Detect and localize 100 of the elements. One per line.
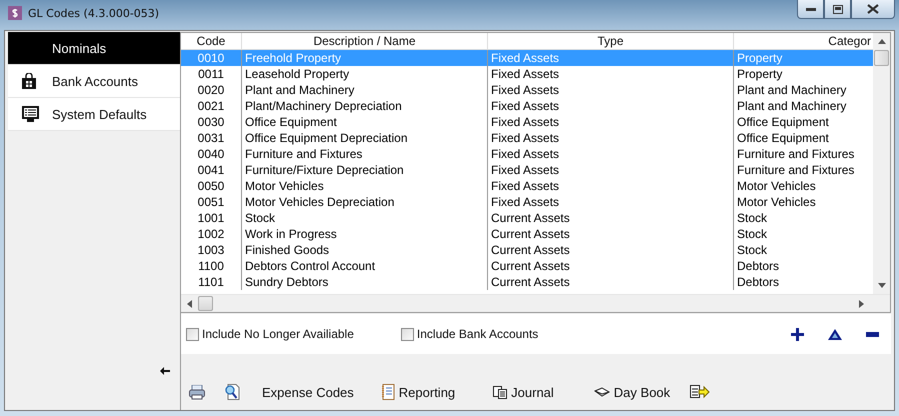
table-cell-text: Property (736, 66, 784, 82)
day-book-button[interactable]: Day Book (594, 384, 670, 400)
table-cell: Work in Progress (242, 226, 488, 242)
add-icon[interactable] (791, 327, 804, 341)
table-row[interactable]: 1003 Finished Goods Current Assets Stock (181, 242, 873, 258)
table-cell: 0020 (181, 82, 242, 98)
table-cell: Sundry Debtors (242, 274, 488, 290)
sidebar-item[interactable]: System Defaults (8, 98, 180, 131)
scroll-left-icon[interactable] (187, 300, 192, 308)
table-cell: 0030 (181, 114, 242, 130)
printer-icon[interactable] (189, 384, 205, 400)
scrollbar-thumb[interactable] (198, 296, 213, 311)
table-row[interactable]: 0020 Plant and Machinery Fixed Assets Plant and Machinery (181, 82, 873, 98)
table-cell: Current Assets (488, 258, 734, 274)
table-row[interactable]: 0041 Furniture/Fixture Depreciation Fixed Assets Furniture and Fixtures (181, 162, 873, 178)
copy-document-icon (493, 386, 508, 398)
table-cell-text: Plant and Machinery (736, 82, 848, 98)
table-cell: Leasehold Property (242, 66, 488, 82)
shopping-bag-icon (22, 73, 36, 89)
table-cell: Fixed Assets (488, 162, 734, 178)
maximize-button[interactable] (824, 0, 851, 19)
notebook-icon (382, 384, 395, 400)
table-cell-text: Stock (736, 242, 768, 258)
vertical-scrollbar[interactable] (873, 33, 890, 294)
table-row[interactable]: 1001 Stock Current Assets Stock (181, 210, 873, 226)
table-cell: 1003 (181, 242, 242, 258)
reporting-button[interactable]: Reporting (382, 384, 456, 400)
table-cell: Plant/Machinery Depreciation (242, 98, 488, 114)
table-cell: Office Equipment Depreciation (242, 130, 488, 146)
checkbox[interactable]: Include No Longer Availiable (186, 327, 354, 341)
table-cell: Current Assets (488, 226, 734, 242)
table-cell-text: Motor Vehicles (736, 178, 817, 194)
table-cell: Office Equipment (242, 114, 488, 130)
table-cell-text: Office Equipment (736, 114, 830, 130)
table-cell: Motor Vehicles (242, 178, 488, 194)
journal-button[interactable]: Journal (493, 384, 554, 400)
column-header[interactable]: Type (488, 33, 734, 49)
minimize-button[interactable] (797, 0, 824, 19)
table-row[interactable]: 0030 Office Equipment Fixed Assets Office Equipment (181, 114, 873, 130)
table-cell: 0031 (181, 130, 242, 146)
column-header[interactable]: Description / Name (242, 33, 488, 49)
maximize-icon (832, 4, 842, 14)
table-cell: Fixed Assets (488, 146, 734, 162)
dollar-icon (8, 6, 22, 20)
sidebar-item[interactable]: Nominals (8, 32, 180, 65)
table-row[interactable]: 0040 Furniture and Fixtures Fixed Assets Furniture and Fixtures (181, 146, 873, 162)
table-cell-text: Property (736, 50, 784, 66)
column-header[interactable]: Categor (734, 33, 873, 49)
table-cell: Furniture and Fixtures (242, 146, 488, 162)
magnifier-page-icon[interactable] (224, 384, 240, 400)
table-cell: Fixed Assets (488, 66, 734, 82)
table-row[interactable]: 0031 Office Equipment Depreciation Fixed Assets Office Equipment (181, 130, 873, 146)
checkbox[interactable]: Include Bank Accounts (400, 327, 538, 341)
table-cell: Debtors Control Account (242, 258, 488, 274)
table-cell: 1001 (181, 210, 242, 226)
scroll-down-icon[interactable] (878, 283, 886, 288)
window-title: GL Codes (4.3.000-053) (28, 6, 160, 20)
scroll-right-icon[interactable] (859, 300, 864, 308)
table-cell: Fixed Assets (488, 130, 734, 146)
table-row[interactable]: 1002 Work in Progress Current Assets Stock (181, 226, 873, 242)
table-row[interactable]: 1100 Debtors Control Account Current Assets Debtors (181, 258, 873, 274)
table-cell: Fixed Assets (488, 178, 734, 194)
table-cell-text: Office Equipment (736, 130, 830, 146)
close-icon (867, 4, 879, 14)
scroll-up-icon[interactable] (878, 39, 886, 44)
table-cell: Fixed Assets (488, 114, 734, 130)
table-cell: Fixed Assets (488, 50, 734, 66)
table-row[interactable]: 1101 Sundry Debtors Current Assets Debtors (181, 274, 873, 290)
table-cell: Fixed Assets (488, 194, 734, 210)
minimize-icon (806, 7, 816, 11)
monitor-icon (22, 106, 39, 122)
table-cell: 0040 (181, 146, 242, 162)
open-book-icon (594, 387, 610, 397)
table-cell: Fixed Assets (488, 82, 734, 98)
table-cell: 0051 (181, 194, 242, 210)
close-button[interactable] (851, 0, 895, 19)
horizontal-scrollbar[interactable] (181, 294, 890, 312)
triangle-icon[interactable] (828, 327, 842, 341)
table-cell: Finished Goods (242, 242, 488, 258)
table-row[interactable]: 0051 Motor Vehicles Depreciation Fixed Assets Motor Vehicles (181, 194, 873, 210)
table-cell: 0011 (181, 66, 242, 82)
table-row[interactable]: 0050 Motor Vehicles Fixed Assets Motor Vehicles (181, 178, 873, 194)
table-cell: Freehold Property (242, 50, 488, 66)
table-cell-text: Furniture and Fixtures (736, 162, 856, 178)
scrollbar-thumb[interactable] (874, 50, 889, 66)
table-cell: 1100 (181, 258, 242, 274)
export-arrow-icon[interactable] (690, 385, 710, 399)
table-cell: Furniture/Fixture Depreciation (242, 162, 488, 178)
table-cell: Fixed Assets (488, 98, 734, 114)
table-cell-text: Debtors (736, 258, 780, 274)
column-header[interactable]: Code (181, 33, 242, 49)
table-cell: 1002 (181, 226, 242, 242)
table-cell-text: Debtors (736, 274, 780, 290)
back-arrow-icon[interactable] (160, 367, 170, 375)
table-row[interactable]: 0021 Plant/Machinery Depreciation Fixed Assets Plant and Machinery (181, 98, 873, 114)
table-row[interactable]: 0011 Leasehold Property Fixed Assets Property (181, 66, 873, 82)
expense-codes-button[interactable]: Expense Codes (262, 384, 354, 400)
table-cell: Plant and Machinery (242, 82, 488, 98)
sidebar-item[interactable]: Bank Accounts (8, 65, 180, 98)
table-cell-text: Plant and Machinery (736, 98, 848, 114)
